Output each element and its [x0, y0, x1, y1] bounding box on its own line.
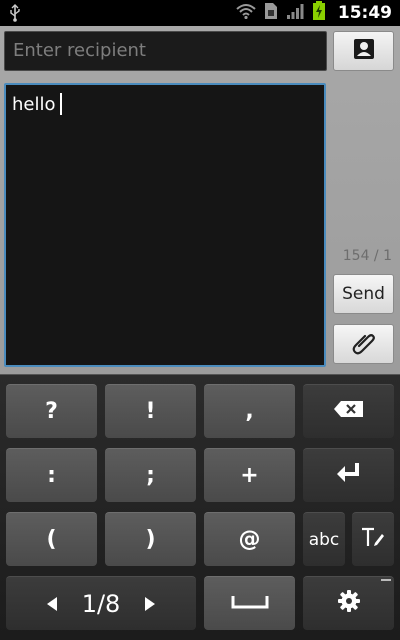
status-time: 15:49 [337, 3, 392, 23]
page-switcher: 1/8 [6, 576, 196, 630]
backspace-key[interactable] [303, 384, 394, 438]
status-bar: 15:49 [0, 0, 400, 26]
compose-area: Enter recipient hello 154 / 1 Send [0, 26, 400, 374]
character-counter: 154 / 1 [342, 248, 392, 264]
corner-mark [381, 579, 391, 581]
key-exclamation[interactable]: ! [105, 384, 196, 438]
signal-icon [286, 2, 304, 24]
recipient-placeholder: Enter recipient [13, 40, 146, 61]
send-button[interactable]: Send [333, 274, 394, 314]
enter-icon [335, 462, 363, 490]
key-open-paren[interactable]: ( [6, 512, 97, 566]
paperclip-icon [351, 329, 377, 359]
key-question[interactable]: ? [6, 384, 97, 438]
next-page-icon[interactable] [144, 590, 156, 618]
abc-mode-key[interactable]: abc [303, 512, 345, 566]
key-semicolon[interactable]: ; [105, 448, 196, 502]
handwriting-icon [361, 526, 385, 554]
key-comma[interactable]: , [204, 384, 295, 438]
contact-card-icon [353, 38, 375, 64]
wifi-icon [236, 3, 256, 23]
usb-icon [8, 4, 22, 26]
message-input[interactable]: hello [4, 83, 326, 367]
backspace-icon [333, 399, 365, 424]
text-cursor [59, 93, 62, 115]
space-icon [231, 591, 269, 616]
settings-icon [337, 589, 360, 618]
key-at[interactable]: @ [204, 512, 295, 566]
enter-key[interactable] [303, 448, 394, 502]
attach-button[interactable] [333, 324, 394, 364]
prev-page-icon[interactable] [46, 590, 58, 618]
symbol-keyboard: ? ! , : ; + ( ) @ abc 1/8 [0, 374, 400, 640]
sim-icon [264, 2, 278, 24]
settings-key[interactable] [303, 576, 394, 630]
battery-charging-icon [312, 1, 326, 25]
key-plus[interactable]: + [204, 448, 295, 502]
key-colon[interactable]: : [6, 448, 97, 502]
key-close-paren[interactable]: ) [105, 512, 196, 566]
space-key[interactable] [204, 576, 295, 630]
recipient-input[interactable]: Enter recipient [4, 31, 327, 71]
message-text: hello [12, 94, 56, 115]
page-indicator: 1/8 [81, 589, 121, 618]
add-contact-button[interactable] [333, 31, 394, 71]
handwriting-key[interactable] [352, 512, 394, 566]
